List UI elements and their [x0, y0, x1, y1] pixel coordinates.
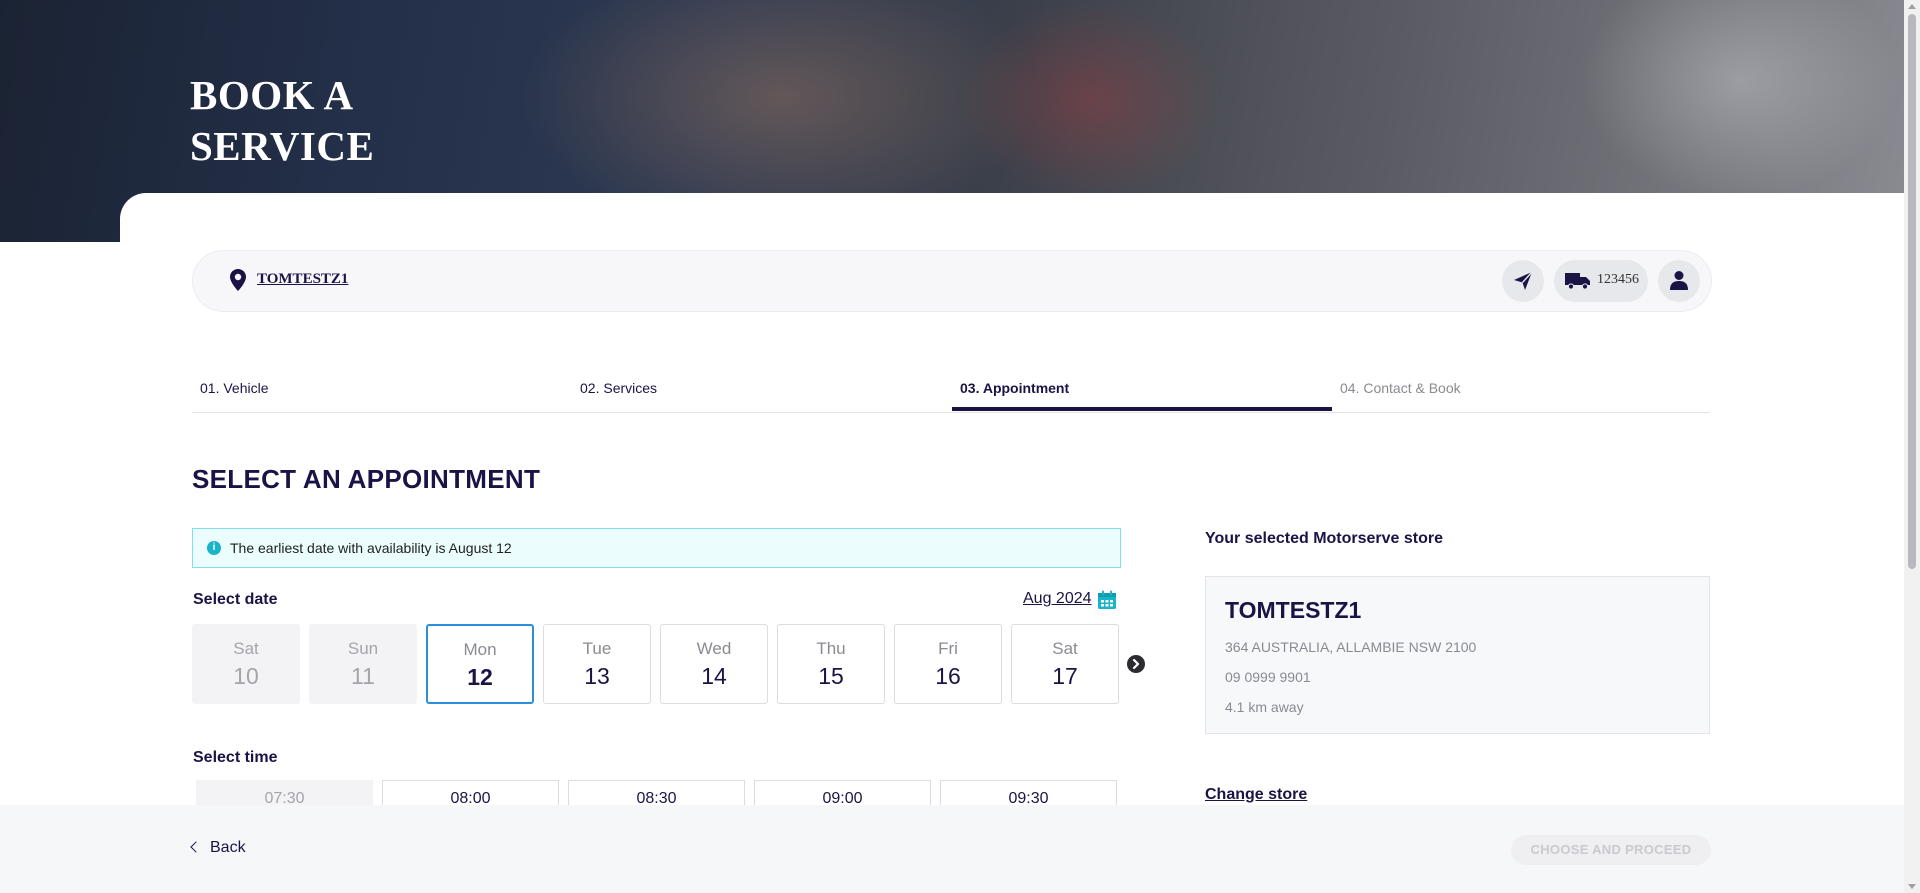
page-title: BOOK A SERVICE — [190, 70, 374, 172]
step-appointment[interactable]: 03. Appointment — [960, 380, 1069, 396]
availability-info-text: The earliest date with availability is A… — [230, 540, 512, 556]
selected-store-link[interactable]: TOMTESTZ1 — [257, 271, 348, 288]
select-date-label: Select date — [193, 591, 278, 608]
date-option: Sun 11 — [309, 624, 417, 704]
user-icon — [1670, 271, 1688, 290]
next-dates-button[interactable] — [1127, 655, 1145, 673]
send-button[interactable] — [1502, 260, 1544, 302]
select-time-label: Select time — [193, 749, 278, 766]
scroll-up-icon[interactable] — [1908, 4, 1916, 9]
store-address: 364 AUSTRALIA, ALLAMBIE NSW 2100 — [1225, 639, 1477, 655]
back-label: Back — [210, 839, 246, 856]
footer-bar: Back CHOOSE AND PROCEED — [0, 805, 1904, 893]
send-icon — [1514, 271, 1533, 290]
date-day: 11 — [351, 663, 375, 689]
selected-store-heading: Your selected Motorserve store — [1205, 530, 1444, 547]
date-weekday: Tue — [582, 639, 612, 658]
date-option: Sat 10 — [192, 624, 300, 704]
availability-info-banner: i The earliest date with availability is… — [192, 528, 1121, 568]
page-title-line-1: BOOK A — [190, 72, 354, 118]
hero-image-engine — [1580, 0, 1900, 200]
date-option[interactable]: Thu 15 — [777, 624, 885, 704]
chevron-left-icon — [190, 841, 202, 853]
page-scrollbar[interactable] — [1904, 0, 1920, 893]
chevron-right-icon — [1132, 658, 1140, 670]
vehicle-button[interactable]: 123456 — [1554, 260, 1648, 302]
store-card: TOMTESTZ1 364 AUSTRALIA, ALLAMBIE NSW 21… — [1205, 576, 1710, 734]
date-option[interactable]: Fri 16 — [894, 624, 1002, 704]
date-option-selected[interactable]: Mon 12 — [426, 624, 534, 704]
date-weekday: Wed — [696, 639, 732, 658]
store-distance: 4.1 km away — [1225, 699, 1304, 715]
truck-icon — [1565, 273, 1590, 290]
date-option[interactable]: Wed 14 — [660, 624, 768, 704]
date-day: 14 — [701, 663, 727, 689]
date-day: 17 — [1052, 663, 1078, 689]
step-vehicle[interactable]: 01. Vehicle — [200, 380, 269, 396]
store-name: TOMTESTZ1 — [1225, 597, 1362, 623]
progress-steps: 01. Vehicle 02. Services 03. Appointment… — [192, 370, 1710, 413]
month-picker-link[interactable]: Aug 2024 — [1023, 590, 1092, 608]
calendar-icon[interactable] — [1097, 590, 1117, 610]
hero-image-detail — [960, 0, 1220, 200]
account-button[interactable] — [1658, 260, 1700, 302]
date-day: 12 — [467, 664, 493, 690]
location-bar: TOMTESTZ1 123456 — [192, 250, 1712, 312]
date-weekday: Sun — [347, 639, 379, 658]
back-button[interactable]: Back — [190, 839, 246, 857]
page-title-line-2: SERVICE — [190, 123, 375, 169]
info-icon: i — [207, 541, 221, 555]
date-option[interactable]: Tue 13 — [543, 624, 651, 704]
date-day: 15 — [818, 663, 844, 689]
date-day: 16 — [935, 663, 961, 689]
date-day: 13 — [584, 663, 610, 689]
step-services[interactable]: 02. Services — [580, 380, 657, 396]
date-option[interactable]: Sat 17 — [1011, 624, 1119, 704]
date-weekday: Thu — [816, 639, 846, 658]
section-title: SELECT AN APPOINTMENT — [192, 464, 541, 494]
active-step-indicator — [952, 407, 1332, 411]
map-pin-icon — [230, 269, 246, 291]
step-contact-book: 04. Contact & Book — [1340, 380, 1461, 396]
date-weekday: Fri — [938, 639, 958, 658]
scrollbar-thumb[interactable] — [1908, 14, 1916, 569]
date-weekday: Sat — [233, 639, 259, 658]
date-weekday: Mon — [463, 640, 497, 659]
choose-and-proceed-button[interactable]: CHOOSE AND PROCEED — [1511, 835, 1711, 865]
scroll-down-icon[interactable] — [1908, 884, 1916, 889]
store-phone: 09 0999 9901 — [1225, 669, 1311, 685]
date-weekday: Sat — [1052, 639, 1078, 658]
change-store-link[interactable]: Change store — [1205, 786, 1307, 804]
vehicle-plate: 123456 — [1597, 272, 1639, 287]
date-day: 10 — [233, 663, 259, 689]
